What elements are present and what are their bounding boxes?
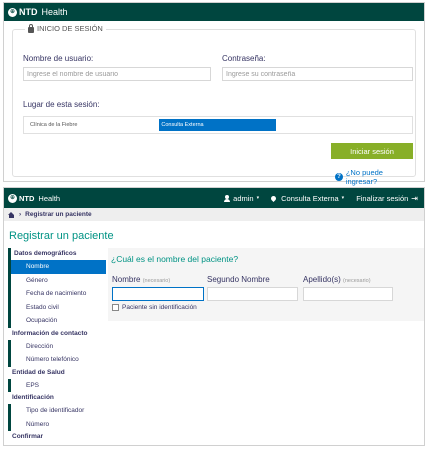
logo-icon: ⊕	[8, 7, 17, 17]
location-label: Lugar de esta sesión:	[23, 100, 100, 109]
form-question: ¿Cuál es el nombre del paciente?	[111, 254, 239, 264]
logout-button[interactable]: Finalizar sesión ⇥	[356, 194, 418, 203]
name-form: ¿Cuál es el nombre del paciente? Nombre …	[108, 248, 424, 321]
sidebar-item-tipo-identificador[interactable]: Tipo de identificador	[8, 404, 106, 418]
sidebar-item-numero-telefonico[interactable]: Número telefónico	[8, 353, 106, 367]
sidebar-item-eps[interactable]: EPS	[8, 378, 106, 392]
location-list: Clínica de la Fiebre Consulta Externa	[23, 116, 413, 134]
first-name-label-text: Nombre	[112, 275, 141, 284]
last-name-label: Apellido(s) (necesario)	[303, 275, 371, 284]
brand-sub: Health	[41, 7, 68, 17]
forgot-link[interactable]: ? ¿No puede ingresar?	[335, 168, 415, 186]
login-fieldset: INICIO DE SESIÓN Nombre de usuario: Cont…	[12, 23, 416, 186]
breadcrumb-current: Registrar un paciente	[25, 211, 92, 218]
login-legend-label: INICIO DE SESIÓN	[37, 24, 103, 33]
sidebar-item-nombre[interactable]: Nombre	[8, 260, 106, 274]
app-brand-logo: ⊕ NTD Health	[8, 193, 61, 203]
middle-name-input[interactable]	[207, 287, 298, 301]
sidebar-item-numero[interactable]: Número	[8, 417, 106, 431]
sidebar-item-genero[interactable]: Género	[8, 273, 106, 287]
login-header: ⊕ NTD Health	[4, 3, 424, 21]
chevron-down-icon: ▾	[256, 195, 260, 201]
location-menu[interactable]: Consulta Externa ▾	[270, 193, 345, 203]
login-legend: INICIO DE SESIÓN	[25, 23, 106, 33]
middle-name-label: Segundo Nombre	[207, 275, 270, 284]
lock-icon	[28, 23, 34, 33]
breadcrumb: › Registrar un paciente	[4, 208, 424, 221]
breadcrumb-separator-icon: ›	[19, 211, 22, 218]
login-panel: ⊕ NTD Health INICIO DE SESIÓN Nombre de …	[3, 2, 425, 186]
header-actions: admin ▾ Consulta Externa ▾ Finalizar ses…	[224, 188, 418, 208]
password-label: Contraseña:	[222, 54, 266, 63]
app-header: ⊕ NTD Health admin ▾ Consulta Externa ▾ …	[4, 188, 424, 208]
app-brand-sub: Health	[38, 193, 61, 203]
sidebar-item-fecha-nacimiento[interactable]: Fecha de nacimiento	[8, 287, 106, 301]
location-name: Consulta Externa	[281, 193, 339, 203]
brand-logo: ⊕ NTD Health	[8, 7, 68, 17]
unidentified-label: Paciente sin identificación	[122, 304, 197, 311]
unidentified-checkbox[interactable]	[112, 304, 119, 311]
help-icon: ?	[335, 173, 343, 181]
sidebar-item-ocupacion[interactable]: Ocupación	[8, 314, 106, 328]
form-sections-nav: Datos demográficos Nombre Género Fecha d…	[8, 248, 106, 443]
map-pin-icon	[270, 194, 278, 202]
logout-icon: ⇥	[411, 193, 418, 203]
last-name-required-hint: (necesario)	[343, 278, 371, 284]
registration-panel: ⊕ NTD Health admin ▾ Consulta Externa ▾ …	[3, 187, 425, 446]
section-confirmar[interactable]: Confirmar	[8, 431, 106, 443]
section-datos-demograficos[interactable]: Datos demográficos	[8, 248, 106, 260]
user-icon	[224, 194, 231, 202]
location-option-clinica[interactable]: Clínica de la Fiebre	[28, 120, 79, 130]
sidebar-item-direccion[interactable]: Dirección	[8, 339, 106, 353]
user-name: admin	[233, 193, 254, 203]
chevron-down-icon: ▾	[341, 195, 345, 201]
page-title: Registrar un paciente	[9, 230, 114, 242]
first-name-label: Nombre (necesario)	[112, 275, 170, 284]
app-brand-name: NTD	[19, 193, 35, 203]
unidentified-patient-option: Paciente sin identificación	[112, 304, 197, 311]
section-entidad-salud[interactable]: Entidad de Salud	[8, 367, 106, 379]
section-identificacion[interactable]: Identificación	[8, 392, 106, 404]
forgot-label: ¿No puede ingresar?	[345, 168, 383, 186]
sidebar-item-estado-civil[interactable]: Estado civil	[8, 300, 106, 314]
home-icon[interactable]	[8, 211, 15, 218]
logout-label: Finalizar sesión	[356, 193, 409, 203]
username-input[interactable]	[23, 67, 211, 81]
first-name-input[interactable]	[112, 287, 204, 301]
first-name-required-hint: (necesario)	[142, 278, 171, 284]
password-input[interactable]	[222, 67, 413, 81]
user-menu[interactable]: admin ▾	[224, 194, 259, 203]
last-name-label-text: Apellido(s)	[303, 275, 341, 284]
section-informacion-contacto[interactable]: Información de contacto	[8, 328, 106, 340]
location-option-consulta[interactable]: Consulta Externa	[159, 119, 277, 131]
app-logo-icon: ⊕	[8, 193, 17, 203]
last-name-input[interactable]	[303, 287, 393, 301]
brand-name: NTD	[19, 7, 38, 17]
login-button[interactable]: Iniciar sesión	[331, 143, 413, 159]
username-label: Nombre de usuario:	[23, 54, 94, 63]
